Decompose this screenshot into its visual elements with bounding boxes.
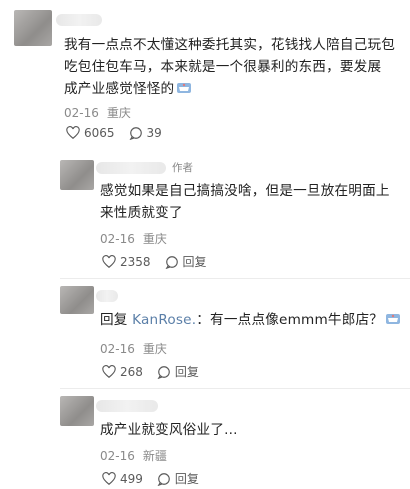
reply-button[interactable]: 回复 [165,253,207,270]
avatar[interactable] [14,10,52,46]
reply-meta: 02-16 重庆 [100,230,167,247]
comment-meta: 02-16 重庆 [64,104,131,121]
reply-actions: 2358 回复 [102,253,221,270]
like-count: 499 [120,471,143,486]
author-badge: 作者 [172,162,193,174]
reply-location: 重庆 [142,342,167,356]
comment-bubble-icon [129,127,142,140]
reply-button[interactable]: 回复 [157,363,199,380]
username-blurred[interactable] [96,400,158,412]
reply-text: 成产业就变风俗业了... [100,422,238,438]
comment-date: 02-16 [64,106,99,120]
divider [60,388,410,389]
heart-icon [102,364,116,378]
reply-text: 回复 KanRose.：有一点点像emmm牛郎店？ [100,309,405,331]
reply-meta: 02-16 重庆 [100,340,167,357]
reply-button[interactable]: 回复 [157,470,199,487]
reply-actions: 499 回复 [102,470,213,487]
heart-icon [66,126,80,139]
like-button[interactable]: 2358 [102,255,151,269]
teacup-emoji [176,79,192,93]
reply-text: 感觉如果是自己搞搞没啥，但是一旦放在明面上 来性质就变了 [100,183,390,221]
reply-meta: 02-16 新疆 [100,447,167,464]
reply-count: 39 [146,126,162,140]
avatar[interactable] [60,396,94,426]
reply-location: 重庆 [142,232,167,246]
username-blurred[interactable] [56,14,102,26]
comment-actions: 6065 39 [66,126,176,140]
comment-text: 我有一点点不太懂这种委托其实，花钱找人陪自己玩包 吃包住包车马，本来就是一个很暴… [64,37,396,97]
avatar[interactable] [60,286,94,314]
username-blurred[interactable] [96,162,166,174]
heart-icon [102,471,116,485]
reply-actions: 268 回复 [102,363,213,380]
comment-bubble-icon [165,255,178,269]
teacup-emoji [385,310,401,324]
reply-date: 02-16 [100,342,135,356]
reply-label: 回复 [182,255,207,269]
like-button[interactable]: 268 [102,365,143,379]
reply-date: 02-16 [100,449,135,463]
like-button[interactable]: 6065 [66,126,115,140]
comment-bubble-icon [157,472,170,486]
reply-location: 新疆 [142,449,167,463]
divider [60,278,410,279]
avatar[interactable] [60,160,94,190]
heart-icon [102,254,116,268]
mention-link[interactable]: KanRose. [132,312,196,328]
reply-label: 回复 [174,472,199,486]
comment-bubble-icon [157,365,170,379]
like-button[interactable]: 499 [102,472,143,486]
like-count: 6065 [84,126,115,140]
reply-label: 回复 [174,365,199,379]
like-count: 2358 [120,254,151,269]
like-count: 268 [120,364,143,379]
comment-location: 重庆 [106,106,131,120]
username-blurred[interactable] [96,290,118,302]
reply-date: 02-16 [100,232,135,246]
reply-count-button[interactable]: 39 [129,126,162,140]
